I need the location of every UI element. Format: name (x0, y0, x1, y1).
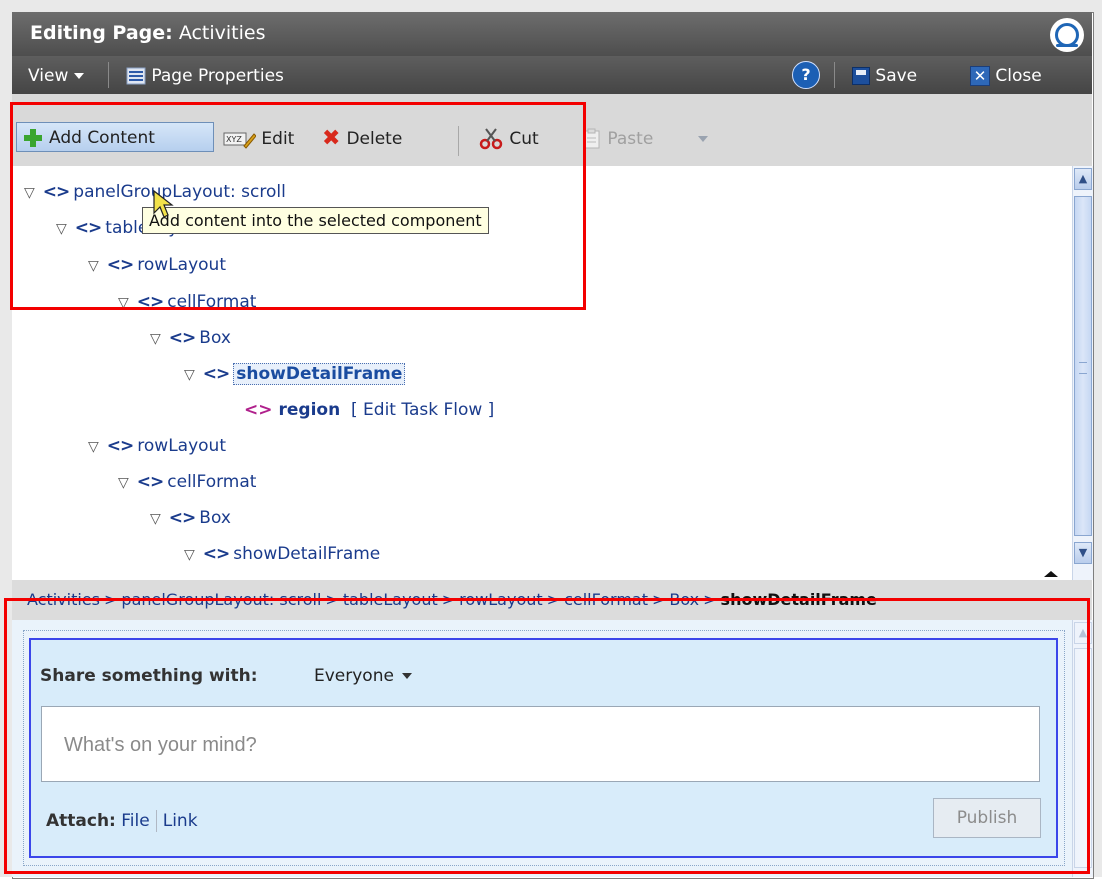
page-properties-label: Page Properties (151, 66, 284, 86)
tree-node-label: showDetailFrame (233, 363, 406, 385)
chevron-down-icon (74, 73, 85, 79)
tree-node-label: cellFormat (167, 472, 257, 492)
tree-node[interactable]: ▽ <> showDetailFrame (184, 542, 380, 566)
menu-separator (834, 62, 835, 88)
title-bar: Editing Page: Activities (12, 12, 1092, 56)
save-icon (852, 67, 870, 85)
paste-options-dropdown[interactable] (698, 124, 708, 154)
expand-triangle-icon[interactable]: ▽ (184, 367, 195, 383)
tree-node-label: showDetailFrame (233, 544, 381, 564)
scroll-thumb[interactable] (1074, 196, 1092, 536)
tree-node-label: Box (199, 328, 231, 348)
tree-scrollbar[interactable]: ▲ ▼ (1072, 166, 1093, 580)
component-tag-icon: <> (136, 472, 164, 492)
menu-separator (108, 62, 109, 88)
highlight-box-toolbar (10, 102, 586, 310)
chevron-down-icon (698, 136, 708, 142)
close-label: Close (995, 66, 1042, 86)
page-title: Editing Page: Activities (30, 22, 266, 44)
splitter-collapse-icon[interactable] (1040, 570, 1062, 578)
title-prefix: Editing Page: (30, 22, 173, 44)
paste-button[interactable]: Paste (582, 124, 653, 154)
tree-node-selected[interactable]: ▽ <> showDetailFrame (184, 362, 406, 386)
tree-node-label: Box (199, 508, 231, 528)
expand-triangle-icon[interactable]: ▽ (184, 547, 195, 563)
title-page-name: Activities (178, 22, 266, 44)
view-menu[interactable]: View (28, 66, 85, 86)
expand-triangle-icon[interactable]: ▽ (88, 439, 99, 455)
tree-node[interactable]: ▽ <> Box (150, 326, 231, 350)
help-icon: ? (792, 61, 820, 89)
page-properties-button[interactable]: Page Properties (126, 66, 284, 86)
save-label: Save (875, 66, 918, 86)
page-properties-icon (126, 67, 146, 85)
expand-triangle-icon[interactable]: ▽ (150, 511, 161, 527)
expand-triangle-icon[interactable]: ▽ (150, 331, 161, 347)
tree-node[interactable]: ▽ <> Box (150, 506, 231, 530)
save-button[interactable]: Save (852, 66, 917, 86)
tree-node-label: region (278, 400, 341, 420)
tree-node[interactable]: ▽ <> cellFormat (118, 470, 256, 494)
scroll-up-icon[interactable]: ▲ (1074, 168, 1092, 190)
tree-node[interactable]: ▽ <> rowLayout (88, 434, 226, 458)
region-icon: <> (244, 400, 273, 420)
component-tag-icon: <> (202, 364, 230, 384)
expand-triangle-icon[interactable]: ▽ (118, 475, 129, 491)
paste-label: Paste (607, 129, 654, 149)
help-button[interactable]: ? (792, 61, 820, 89)
view-menu-label: View (28, 66, 69, 86)
component-tag-icon: <> (168, 328, 196, 348)
component-tag-icon: <> (202, 544, 230, 564)
oracle-logo-icon (1050, 18, 1084, 52)
component-tag-icon: <> (106, 436, 134, 456)
menu-bar: View Page Properties ? Save ✕ Close (12, 56, 1092, 94)
tree-node-region[interactable]: <> region [ Edit Task Flow ] (244, 398, 494, 422)
close-icon: ✕ (970, 66, 990, 86)
highlight-box-preview (4, 598, 1090, 874)
tree-node-label: rowLayout (137, 436, 226, 456)
component-tag-icon: <> (168, 508, 196, 528)
grip-icon (1079, 362, 1087, 374)
close-button[interactable]: ✕ Close (970, 66, 1042, 86)
scroll-down-icon[interactable]: ▼ (1074, 542, 1092, 564)
edit-task-flow-link[interactable]: [ Edit Task Flow ] (351, 400, 494, 420)
